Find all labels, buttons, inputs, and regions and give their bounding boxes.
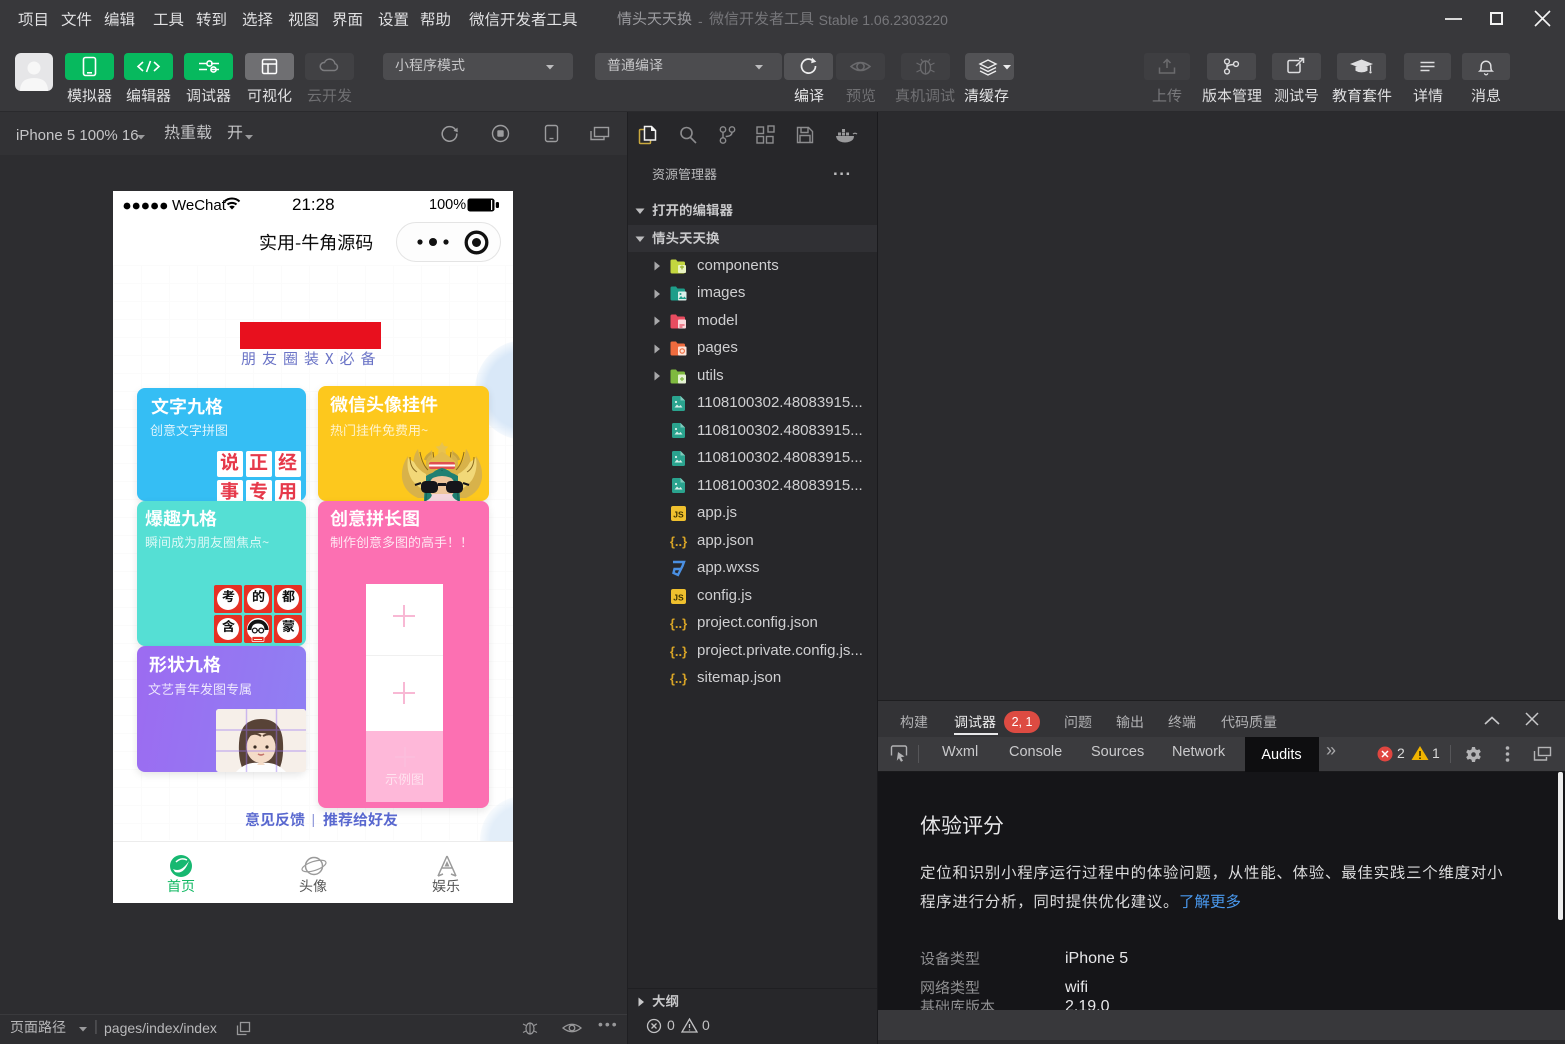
svg-text:JS: JS [673, 510, 684, 520]
svg-text:JS: JS [673, 592, 684, 602]
svg-text:{..}: {..} [670, 616, 687, 631]
svg-text:{..}: {..} [670, 644, 687, 659]
svg-text:{..}: {..} [670, 534, 687, 549]
svg-text:{..}: {..} [670, 671, 687, 686]
